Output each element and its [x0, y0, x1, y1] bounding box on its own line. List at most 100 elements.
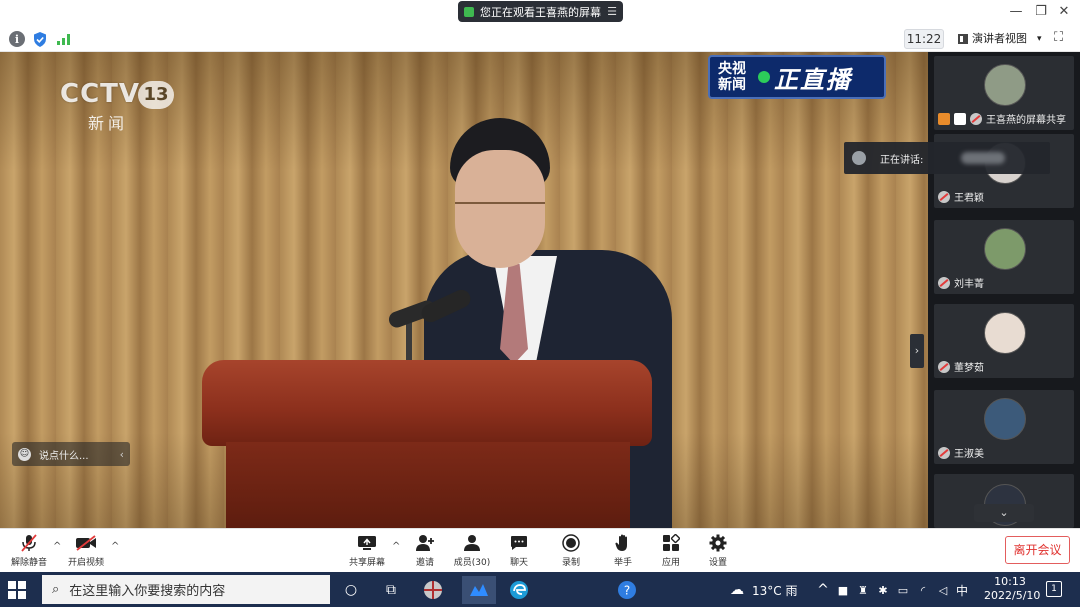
weather-icon[interactable]: ☁ — [726, 579, 748, 601]
video-options-caret[interactable]: ^ — [111, 541, 119, 552]
leave-meeting-button[interactable]: 离开会议 — [1005, 536, 1070, 564]
weather-text[interactable]: 13°C 雨 — [752, 582, 797, 599]
shared-video-stage[interactable]: CCTV 13 新闻 央视 新闻 正直播 ☺ 说点什么... ‹ › — [0, 52, 928, 528]
participant-tile[interactable]: 刘丰菁 — [934, 220, 1074, 294]
chat-label: 聊天 — [509, 558, 528, 568]
participant-name: 王淑美 — [954, 449, 984, 460]
speaking-indicator: 正在讲话: — [844, 142, 1050, 174]
apps-button[interactable]: 应用 — [645, 533, 697, 568]
info-icon[interactable]: i — [9, 31, 25, 47]
unmute-label: 解除静音 — [10, 558, 47, 568]
panel-toggle-button[interactable]: › — [910, 334, 924, 368]
participant-name-row: 刘丰菁 — [938, 275, 984, 290]
members-label: 成员(30) — [453, 558, 491, 568]
volume-icon[interactable]: ◁ — [932, 579, 954, 601]
chat-icon — [508, 533, 530, 553]
window-titlebar: 您正在观看王喜燕的屏幕 ☰ — ❐ ✕ — [0, 0, 1080, 26]
add-user-icon — [414, 533, 436, 553]
comment-placeholder: 说点什么... — [39, 450, 89, 462]
speaking-label: 正在讲话: — [880, 154, 924, 166]
start-video-label: 开启视频 — [67, 558, 104, 568]
podium-base — [226, 442, 630, 528]
tray-security-icon[interactable]: ♜ — [852, 579, 874, 601]
channel-subtitle: 新闻 — [88, 114, 129, 133]
live-broadcast-badge: 央视 新闻 正直播 — [708, 55, 886, 99]
members-button[interactable]: 成员(30) — [446, 533, 498, 568]
screen-share-icon — [954, 112, 966, 125]
avatar — [984, 228, 1026, 270]
notification-icon[interactable]: 1 — [1046, 581, 1062, 597]
comment-input[interactable]: ☺ 说点什么... ‹ — [12, 442, 130, 466]
shield-icon[interactable] — [32, 31, 48, 47]
view-mode-selector[interactable]: 演讲者视图 ▾ — [954, 29, 1046, 49]
task-view-circle-icon[interactable]: ○ — [340, 579, 362, 601]
chevron-up-icon[interactable]: ^ — [812, 579, 834, 601]
svg-text:?: ? — [624, 584, 630, 598]
record-icon — [560, 533, 582, 553]
mic-muted-icon — [938, 446, 950, 459]
edge-browser-icon[interactable] — [508, 579, 530, 601]
menu-icon[interactable]: ☰ — [607, 5, 617, 18]
raise-hand-label: 举手 — [613, 558, 632, 568]
taskbar-search-input[interactable]: ⌕ 在这里输入你要搜索的内容 — [42, 575, 330, 604]
settings-button[interactable]: 设置 — [692, 533, 744, 568]
live-dot-icon — [758, 71, 770, 83]
participant-tile[interactable]: 董梦茹 — [934, 304, 1074, 378]
settings-label: 设置 — [708, 558, 727, 568]
invite-label: 邀请 — [415, 558, 434, 568]
unmute-button[interactable]: 解除静音 — [3, 533, 55, 568]
share-screen-button[interactable]: 共享屏幕 — [341, 533, 393, 568]
tray-app-icon[interactable]: ■ — [832, 579, 854, 601]
meeting-info-bar: i 11:22 演讲者视图 ▾ ⛶ — [0, 26, 1080, 52]
participant-name: 王喜燕的屏幕共享 — [986, 115, 1066, 126]
record-button[interactable]: 录制 — [545, 533, 597, 568]
meeting-app-icon[interactable] — [462, 576, 496, 604]
browser-app-icon[interactable] — [422, 579, 444, 601]
video-off-icon — [75, 533, 97, 553]
windows-start-icon[interactable] — [8, 581, 26, 599]
task-view-icon[interactable]: ⧉ — [380, 579, 402, 601]
channel-logo: CCTV — [60, 79, 141, 109]
start-video-button[interactable]: 开启视频 — [60, 533, 112, 568]
network-signal-icon[interactable] — [56, 31, 72, 47]
live-badge-source: 央视 新闻 — [718, 61, 746, 93]
record-label: 录制 — [561, 558, 580, 568]
channel-number: 13 — [138, 81, 174, 109]
input-method-indicator[interactable]: 中 — [956, 582, 968, 599]
tray-bluetooth-icon[interactable]: ✱ — [872, 579, 894, 601]
emoji-icon[interactable]: ☺ — [18, 447, 31, 461]
participant-tile[interactable]: 王淑美 — [934, 390, 1074, 464]
battery-icon[interactable]: ▭ — [892, 579, 914, 601]
minimize-button[interactable]: — — [1006, 4, 1026, 19]
avatar — [984, 64, 1026, 106]
taskbar-clock[interactable]: 10:13 2022/5/10 — [984, 575, 1040, 603]
mic-muted-icon — [938, 276, 950, 289]
chat-button[interactable]: 聊天 — [493, 533, 545, 568]
invite-button[interactable]: 邀请 — [399, 533, 451, 568]
help-app-icon[interactable]: ? — [616, 579, 638, 601]
wifi-icon[interactable]: ◜ — [912, 579, 934, 601]
speaking-name-blurred — [961, 152, 1006, 164]
restore-button[interactable]: ❐ — [1031, 4, 1051, 19]
participant-name-row: 王君颖 — [938, 189, 984, 204]
screen-share-notice[interactable]: 您正在观看王喜燕的屏幕 ☰ — [458, 1, 623, 22]
scroll-down-button[interactable]: ⌄ — [974, 504, 1034, 522]
participants-panel: 王喜燕的屏幕共享 王君颖 刘丰菁 董梦茹 王淑美 ⌄ — [928, 52, 1080, 528]
members-icon — [461, 533, 483, 553]
apps-label: 应用 — [661, 558, 680, 568]
share-notice-text: 您正在观看王喜燕的屏幕 — [480, 5, 601, 19]
windows-taskbar: ⌕ 在这里输入你要搜索的内容 ○ ⧉ ? ☁ 13°C 雨 ^ ■ ♜ ✱ ▭ … — [0, 572, 1080, 607]
collapse-chevron-icon[interactable]: ‹ — [120, 448, 124, 461]
search-icon: ⌕ — [52, 582, 60, 597]
hand-icon — [612, 533, 634, 553]
live-badge-text: 正直播 — [774, 65, 852, 94]
fullscreen-icon[interactable]: ⛶ — [1054, 30, 1063, 45]
participant-name-row: 王淑美 — [938, 445, 984, 460]
participant-name: 王君颖 — [954, 193, 984, 204]
participant-tile[interactable]: 王喜燕的屏幕共享 — [934, 56, 1074, 130]
raise-hand-button[interactable]: 举手 — [597, 533, 649, 568]
participant-name-row: 董梦茹 — [938, 359, 984, 374]
mic-muted-icon — [938, 360, 950, 373]
avatar — [984, 398, 1026, 440]
close-button[interactable]: ✕ — [1054, 4, 1074, 19]
